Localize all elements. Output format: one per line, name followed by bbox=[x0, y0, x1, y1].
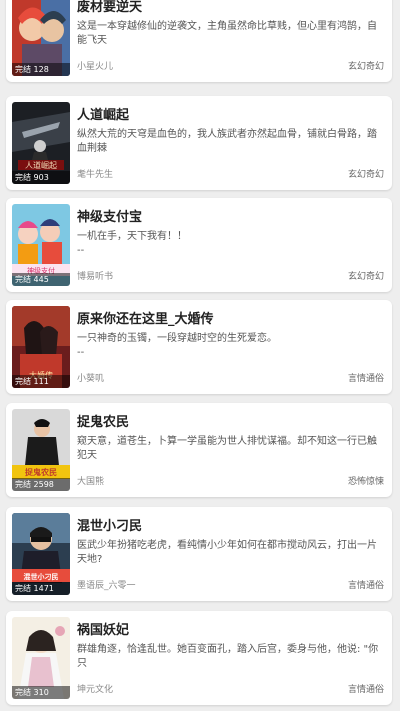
book-genre: 言情通俗 bbox=[347, 685, 384, 695]
book-cover[interactable]: 完结 310 bbox=[12, 617, 70, 699]
book-description: 一只神奇的玉镯，一段穿越时空的生死爱恋。 -- bbox=[77, 333, 277, 358]
book-author: 大国熊 bbox=[77, 477, 105, 487]
book-cover[interactable]: 大婚传 完结 111 bbox=[12, 306, 70, 388]
book-description: 窥天意，道苍生，卜算一学虽能为世人排忧谋福。却不知这一行已触犯天 bbox=[77, 436, 377, 461]
book-genre: 玄幻奇幻 bbox=[347, 272, 384, 282]
book-cover[interactable]: 人道崛起 完结 903 bbox=[12, 102, 70, 184]
book-genre: 恐怖惊悚 bbox=[347, 477, 384, 487]
book-genre: 言情通俗 bbox=[347, 374, 384, 384]
book-description: 群雄角逐，恰逢乱世。她百变面孔，踏入后宫，委身与他，他说: "你只 bbox=[77, 644, 379, 669]
book-cover[interactable]: 混世小刁民 完结 1471 bbox=[12, 513, 70, 595]
book-title[interactable]: 原来你还在这里_大婚传 bbox=[77, 308, 384, 327]
book-author: 博易听书 bbox=[77, 272, 114, 282]
book-genre: 言情通俗 bbox=[347, 581, 384, 591]
book-card[interactable]: 人道崛起 完结 903 人道崛起 纵然大荒的天穹是血色的，我人族武者亦然起血骨，… bbox=[6, 96, 392, 190]
svg-text:混世小刁民: 混世小刁民 bbox=[24, 572, 59, 581]
status-badge: 完结 1471 bbox=[12, 582, 70, 595]
book-list: 完结 128 废材要逆天 这是一本穿越修仙的逆袭文，主角虽然命比草贱，但心里有鸿… bbox=[0, 0, 400, 711]
book-title[interactable]: 祸国妖妃 bbox=[77, 619, 384, 638]
book-description: 这是一本穿越修仙的逆袭文，主角虽然命比草贱，但心里有鸿鹄，自能飞天 bbox=[77, 21, 377, 46]
book-card[interactable]: 捉鬼农民 完结 2598 捉鬼农民 窥天意，道苍生，卜算一学虽能为世人排忧谋福。… bbox=[6, 403, 392, 497]
book-genre: 玄幻奇幻 bbox=[347, 170, 384, 180]
book-author: 小星火儿 bbox=[77, 62, 114, 72]
book-genre: 玄幻奇幻 bbox=[347, 62, 384, 72]
book-description: 医武少年扮猪吃老虎，看纯情小少年如何在都市搅动风云，打出一片天地? bbox=[77, 540, 377, 565]
book-card[interactable]: 大婚传 完结 111 原来你还在这里_大婚传 一只神奇的玉镯，一段穿越时空的生死… bbox=[6, 300, 392, 394]
svg-text:人道崛起: 人道崛起 bbox=[25, 160, 57, 170]
book-card[interactable]: 完结 128 废材要逆天 这是一本穿越修仙的逆袭文，主角虽然命比草贱，但心里有鸿… bbox=[6, 0, 392, 82]
book-card[interactable]: 混世小刁民 完结 1471 混世小刁民 医武少年扮猪吃老虎，看纯情小少年如何在都… bbox=[6, 507, 392, 601]
book-cover[interactable]: 完结 128 bbox=[12, 0, 70, 76]
book-title[interactable]: 混世小刁民 bbox=[77, 515, 384, 534]
svg-text:捉鬼农民: 捉鬼农民 bbox=[25, 467, 57, 477]
book-author: 耄牛先生 bbox=[77, 170, 114, 180]
status-badge: 完结 445 bbox=[12, 273, 70, 286]
book-title[interactable]: 捉鬼农民 bbox=[77, 411, 384, 430]
status-badge: 完结 128 bbox=[12, 63, 70, 76]
book-author: 小葵叽 bbox=[77, 374, 105, 384]
book-cover[interactable]: 捉鬼农民 完结 2598 bbox=[12, 409, 70, 491]
book-description: 纵然大荒的天穹是血色的，我人族武者亦然起血骨，铺就白骨路，踏血荆棘 bbox=[77, 129, 377, 154]
book-author: 墨语辰_六零一 bbox=[77, 581, 136, 591]
status-badge: 完结 903 bbox=[12, 171, 70, 184]
status-badge: 完结 310 bbox=[12, 686, 70, 699]
book-description: 一机在手，天下我有！！ -- bbox=[77, 231, 187, 256]
status-badge: 完结 111 bbox=[12, 375, 70, 388]
book-cover[interactable]: 神级支付 完结 445 bbox=[12, 204, 70, 286]
book-card[interactable]: 神级支付 完结 445 神级支付宝 一机在手，天下我有！！ -- 博易听书 玄幻… bbox=[6, 198, 392, 292]
book-title[interactable]: 废材要逆天 bbox=[77, 0, 384, 15]
book-title[interactable]: 神级支付宝 bbox=[77, 206, 384, 225]
book-title[interactable]: 人道崛起 bbox=[77, 104, 384, 123]
book-author: 坤元文化 bbox=[77, 685, 114, 695]
status-badge: 完结 2598 bbox=[12, 478, 70, 491]
book-card[interactable]: 完结 310 祸国妖妃 群雄角逐，恰逢乱世。她百变面孔，踏入后宫，委身与他，他说… bbox=[6, 611, 392, 705]
